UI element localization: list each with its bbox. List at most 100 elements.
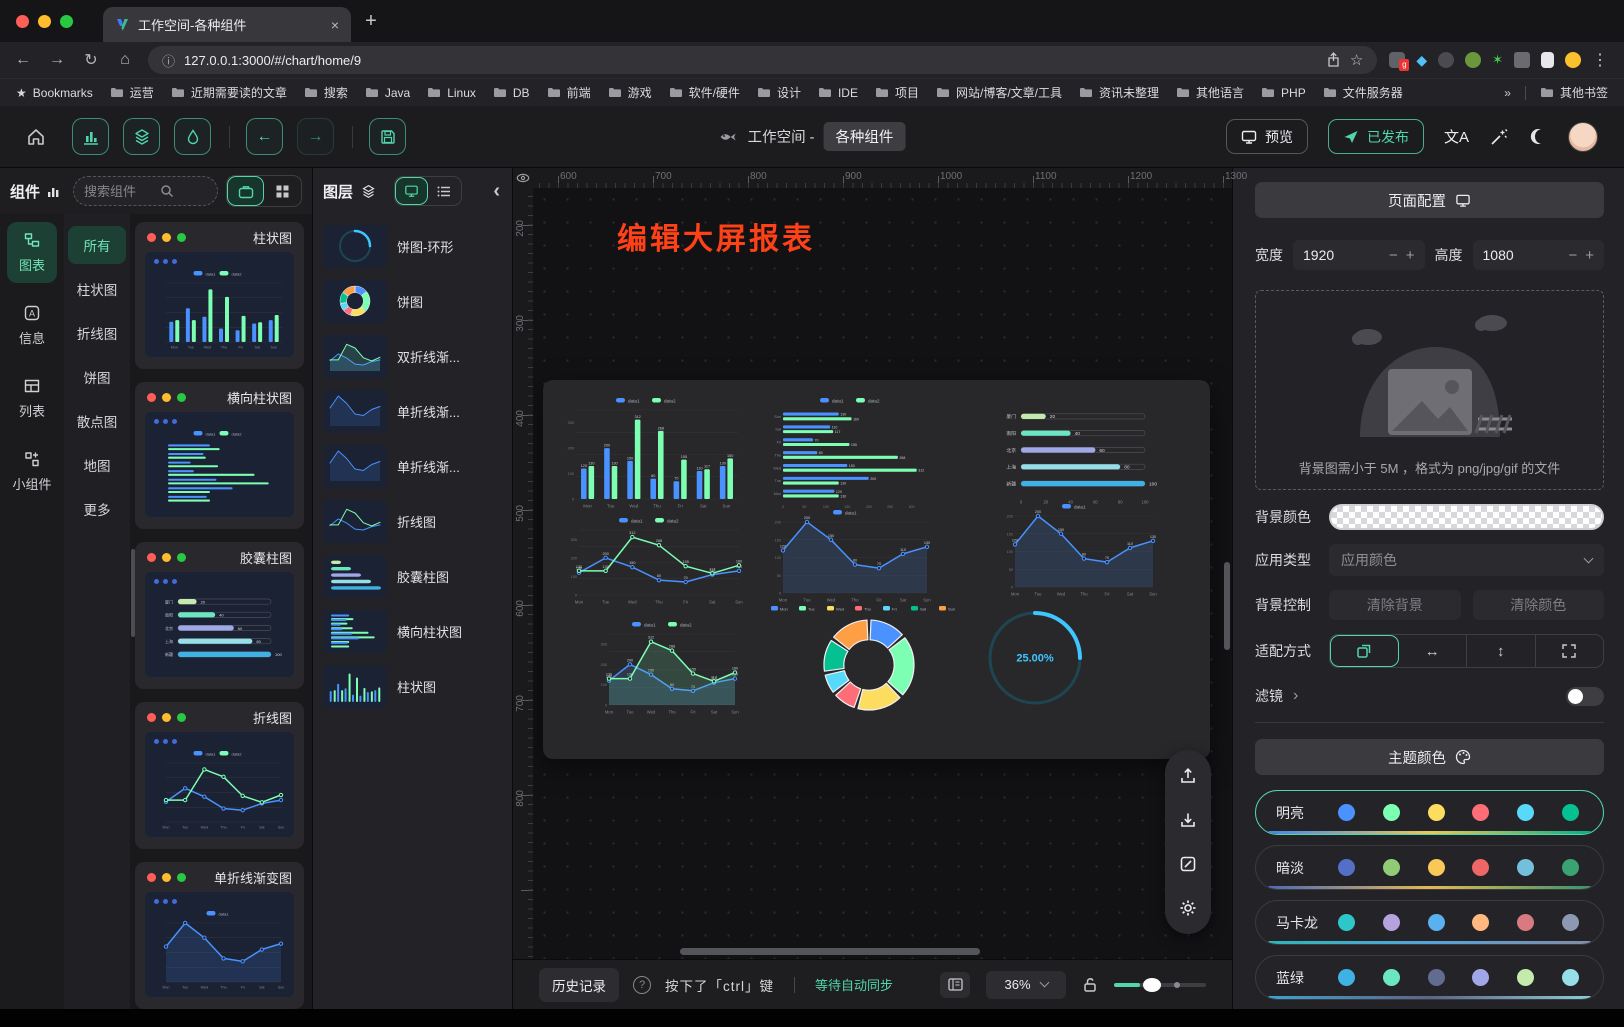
category-所有[interactable]: 所有 bbox=[68, 226, 126, 264]
bookmark-folder[interactable]: 搜索 bbox=[304, 84, 348, 101]
app-home-icon[interactable] bbox=[26, 127, 46, 147]
theme-row-蓝绿[interactable]: 蓝绿 bbox=[1255, 955, 1604, 1000]
canvas-chart-single-line-2[interactable]: data11202001508070110130MonTueWedThuFriS… bbox=[999, 500, 1161, 598]
layer-item-双折线渐...[interactable]: 双折线渐... bbox=[319, 334, 506, 379]
bookmark-folder[interactable]: IDE bbox=[818, 84, 858, 101]
home-icon[interactable]: ⌂ bbox=[114, 51, 136, 69]
layers-panel-toggle-button[interactable] bbox=[123, 118, 160, 155]
filter-expand-icon[interactable]: › bbox=[1293, 687, 1298, 705]
bookmark-folder[interactable]: Linux bbox=[427, 84, 476, 101]
component-card-折线图[interactable]: 折线图data1data2MonTueWedThuFriSatSun bbox=[135, 702, 304, 849]
canvas-chart-hbar[interactable]: data1data2130160Sun110117Sat70155Fri8026… bbox=[765, 394, 947, 510]
details-panel-toggle-button[interactable] bbox=[174, 118, 211, 155]
other-bookmarks[interactable]: 其他书签 bbox=[1540, 84, 1608, 101]
theme-row-明亮[interactable]: 明亮 bbox=[1255, 790, 1604, 835]
undo-button[interactable]: ← bbox=[246, 118, 283, 155]
browser-tab[interactable]: 工作空间-各种组件 × bbox=[103, 7, 351, 42]
canvas-chart-gradient-line[interactable]: data1data2120200150807011013013013031226… bbox=[593, 618, 743, 716]
reload-icon[interactable]: ↻ bbox=[80, 50, 102, 70]
background-upload-dropzone[interactable]: 背景图需小于 5M ，格式为 png/jpg/gif 的文件 bbox=[1255, 290, 1604, 490]
browser-menu-icon[interactable]: ⋮ bbox=[1592, 50, 1608, 70]
page-background[interactable]: data1data2120130Mon200130Tue150312Wed802… bbox=[543, 380, 1210, 759]
search-field[interactable] bbox=[84, 184, 154, 199]
back-icon[interactable]: ← bbox=[12, 51, 34, 69]
help-icon[interactable]: ? bbox=[633, 976, 651, 994]
layer-item-单折线渐...[interactable]: 单折线渐... bbox=[319, 389, 506, 434]
bookmark-folder[interactable]: 运营 bbox=[110, 84, 154, 101]
bookmark-folder[interactable]: 近期需要读的文章 bbox=[171, 84, 287, 101]
bookmark-folder[interactable]: 前端 bbox=[547, 84, 591, 101]
layer-thumbnail-toggle[interactable] bbox=[395, 177, 428, 205]
bookmarks-overflow-icon[interactable]: » bbox=[1504, 86, 1511, 100]
category-折线图[interactable]: 折线图 bbox=[68, 314, 126, 352]
magic-wand-icon[interactable] bbox=[1489, 127, 1509, 147]
layer-item-胶囊柱图[interactable]: 胶囊柱图 bbox=[319, 554, 506, 599]
project-name-badge[interactable]: 各种组件 bbox=[823, 122, 905, 151]
canvas-chart-donut[interactable]: MonTueWedThuFriSatSun bbox=[755, 602, 983, 714]
layer-list-toggle[interactable] bbox=[428, 177, 461, 205]
extension-green-icon[interactable] bbox=[1465, 52, 1481, 68]
settings-gear-icon[interactable] bbox=[1172, 892, 1204, 924]
single-view-toggle[interactable] bbox=[227, 176, 264, 206]
theme-color-header[interactable]: 主题颜色 bbox=[1255, 739, 1604, 775]
fit-height-button[interactable]: ↕ bbox=[1467, 635, 1536, 667]
bookmark-folder[interactable]: 项目 bbox=[875, 84, 919, 101]
extension-star-icon[interactable]: ✶ bbox=[1492, 52, 1503, 68]
fit-width-button[interactable]: ↔ bbox=[1399, 635, 1468, 667]
layer-item-折线图[interactable]: 折线图 bbox=[319, 499, 506, 544]
component-card-横向柱状图[interactable]: 横向柱状图data1data2 bbox=[135, 382, 304, 529]
site-info-icon[interactable]: ⓘ bbox=[162, 51, 175, 70]
category-地图[interactable]: 地图 bbox=[68, 446, 126, 484]
canvas-chart-capsule[interactable]: 厦门20南阳40北京60上海80新疆100020406080100 bbox=[993, 400, 1165, 506]
bookmark-folder[interactable]: 软件/硬件 bbox=[669, 84, 740, 101]
lock-icon[interactable] bbox=[1082, 976, 1098, 993]
fit-scale-button[interactable] bbox=[1330, 635, 1399, 667]
reader-mode-icon[interactable] bbox=[1541, 52, 1554, 68]
sidebar-tab-图表[interactable]: 图表 bbox=[7, 222, 57, 283]
layer-item-横向柱状图[interactable]: 横向柱状图 bbox=[319, 609, 506, 654]
layer-item-饼图[interactable]: 饼图 bbox=[319, 279, 506, 324]
export-button[interactable] bbox=[1172, 760, 1204, 792]
zoom-slider[interactable] bbox=[1114, 983, 1206, 987]
bookmark-folder[interactable]: 其他语言 bbox=[1176, 84, 1244, 101]
zoom-select[interactable]: 36% bbox=[986, 971, 1066, 999]
import-button[interactable] bbox=[1172, 804, 1204, 836]
extension-puzzle-icon[interactable] bbox=[1514, 52, 1530, 68]
tab-close-icon[interactable]: × bbox=[331, 17, 339, 33]
bookmark-folder[interactable]: 设计 bbox=[757, 84, 801, 101]
layer-item-柱状图[interactable]: 柱状图 bbox=[319, 664, 506, 709]
height-minus-button[interactable]: − bbox=[1568, 247, 1577, 264]
window-controls[interactable] bbox=[0, 15, 89, 28]
ruler-eye-icon[interactable] bbox=[513, 168, 533, 188]
redo-button[interactable]: → bbox=[297, 118, 334, 155]
forward-icon[interactable]: → bbox=[46, 51, 68, 69]
save-button[interactable] bbox=[369, 118, 406, 155]
grid-view-toggle[interactable] bbox=[264, 176, 301, 206]
bookmarks-root[interactable]: ★ Bookmarks bbox=[16, 86, 93, 100]
bookmark-folder[interactable]: DB bbox=[493, 84, 530, 101]
address-bar[interactable]: ⓘ 127.0.0.1:3000/#/chart/home/9 ☆ bbox=[148, 46, 1377, 74]
theme-row-暗淡[interactable]: 暗淡 bbox=[1255, 845, 1604, 890]
background-color-swatch[interactable] bbox=[1329, 504, 1604, 530]
apply-type-select[interactable]: 应用颜色 bbox=[1329, 544, 1604, 576]
bookmark-folder[interactable]: PHP bbox=[1261, 84, 1306, 101]
user-avatar[interactable] bbox=[1568, 122, 1598, 152]
zoom-slider-thumb[interactable] bbox=[1143, 978, 1161, 992]
maximize-window-button[interactable] bbox=[60, 15, 73, 28]
width-minus-button[interactable]: − bbox=[1389, 247, 1398, 264]
publish-button[interactable]: 已发布 bbox=[1328, 119, 1424, 154]
extension-pin-icon[interactable]: ◆ bbox=[1416, 52, 1427, 69]
canvas-horizontal-scrollbar[interactable] bbox=[680, 948, 980, 955]
component-card-柱状图[interactable]: 柱状图data1data2MonTueWedThuFriSatSun bbox=[135, 222, 304, 369]
dark-mode-moon-icon[interactable] bbox=[1529, 127, 1548, 146]
language-toggle-icon[interactable]: 文A bbox=[1444, 126, 1469, 147]
bookmark-folder[interactable]: 网站/博客/文章/工具 bbox=[936, 84, 1062, 101]
canvas-chart-single-line[interactable]: data11202001508070110130MonTueWedThuFriS… bbox=[767, 506, 935, 604]
sidebar-tab-列表[interactable]: 列表 bbox=[7, 368, 57, 429]
component-card-单折线渐变图[interactable]: 单折线渐变图data1MonTueWedThuFriSatSun bbox=[135, 862, 304, 1009]
sidebar-tab-小组件[interactable]: 小组件 bbox=[7, 441, 57, 502]
bookmark-folder[interactable]: 文件服务器 bbox=[1323, 84, 1403, 101]
profile-avatar-icon[interactable] bbox=[1565, 52, 1581, 68]
category-更多[interactable]: 更多 bbox=[68, 490, 126, 528]
design-canvas[interactable]: 编辑大屏报表 data1data2120130Mon200130Tue15031… bbox=[533, 188, 1232, 959]
